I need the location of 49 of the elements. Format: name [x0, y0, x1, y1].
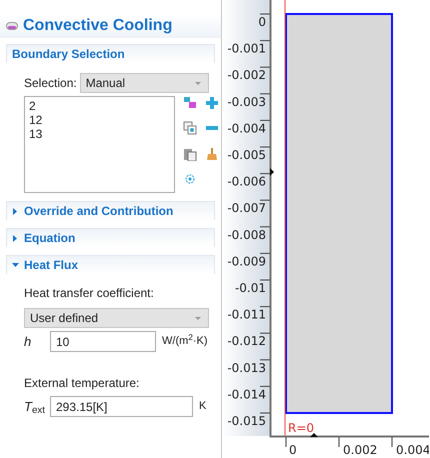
- section-header[interactable]: Equation: [6, 228, 215, 247]
- add-icon[interactable]: [205, 96, 219, 110]
- axis-tick-label: -0.01: [234, 281, 266, 295]
- axis-tick-label: 0: [258, 15, 266, 29]
- input-field[interactable]: 293.15[K]: [50, 396, 193, 417]
- symbol-label: h: [24, 332, 32, 351]
- axis-tick-label: -0.003: [227, 94, 266, 109]
- list-item[interactable]: 13: [29, 127, 170, 141]
- node-icon: [6, 22, 18, 30]
- selection-dropdown[interactable]: Manual: [80, 73, 209, 93]
- axis-tick-label: -0.011: [227, 308, 266, 322]
- section-header[interactable]: Heat Flux: [6, 255, 215, 274]
- geometry-domain[interactable]: [285, 13, 393, 414]
- axis-label: R=0: [288, 421, 314, 435]
- selection-label: Selection:: [24, 75, 77, 92]
- section-header[interactable]: Boundary Selection: [6, 44, 215, 63]
- input-field[interactable]: 10: [50, 331, 156, 352]
- unit-label: W/(m$^{2}$·K): [162, 333, 208, 350]
- list-item[interactable]: 2: [29, 99, 170, 113]
- axis-tick-label: -0.015: [227, 414, 266, 428]
- axis-tick-label: -0.014: [227, 387, 266, 402]
- axis-tick-label: -0.006: [227, 174, 266, 189]
- axis-tick-label: -0.012: [227, 334, 266, 348]
- axis-tick-label: -0.009: [227, 254, 266, 268]
- axis-tick-label: -0.004: [227, 121, 266, 136]
- section-title: Convective Cooling: [23, 16, 172, 36]
- zoom-selection-icon[interactable]: [183, 172, 197, 186]
- axis-tick-label: 0: [289, 443, 297, 457]
- coefficient-dropdown[interactable]: User defined: [24, 308, 209, 328]
- axis-tick-label: -0.013: [227, 360, 266, 375]
- section-header[interactable]: Override and Contribution: [6, 201, 215, 220]
- selection-list[interactable]: 2 12 13: [24, 96, 175, 193]
- copy-selection-icon[interactable]: [183, 121, 197, 136]
- clear-icon[interactable]: [205, 146, 219, 160]
- axis-tick-label: -0.008: [227, 228, 266, 242]
- axis-tick-label: 0.002: [343, 443, 378, 457]
- list-item[interactable]: 12: [29, 113, 170, 127]
- symbol-label: T$_{ext}$: [24, 398, 44, 416]
- field-label: Heat transfer coefficient:: [23, 285, 155, 302]
- paste-icon[interactable]: [183, 146, 197, 160]
- unit-label: K: [199, 399, 206, 414]
- field-label: External temperature:: [23, 375, 140, 392]
- select-boxes-icon[interactable]: [183, 96, 197, 110]
- pointer-icon: [310, 433, 318, 437]
- pointer-icon: [270, 168, 274, 176]
- axis-tick-label: -0.007: [227, 201, 266, 216]
- axis-tick-label: -0.005: [227, 148, 266, 162]
- axis-tick-label: -0.002: [227, 68, 266, 82]
- axis-tick-label: -0.001: [227, 42, 266, 56]
